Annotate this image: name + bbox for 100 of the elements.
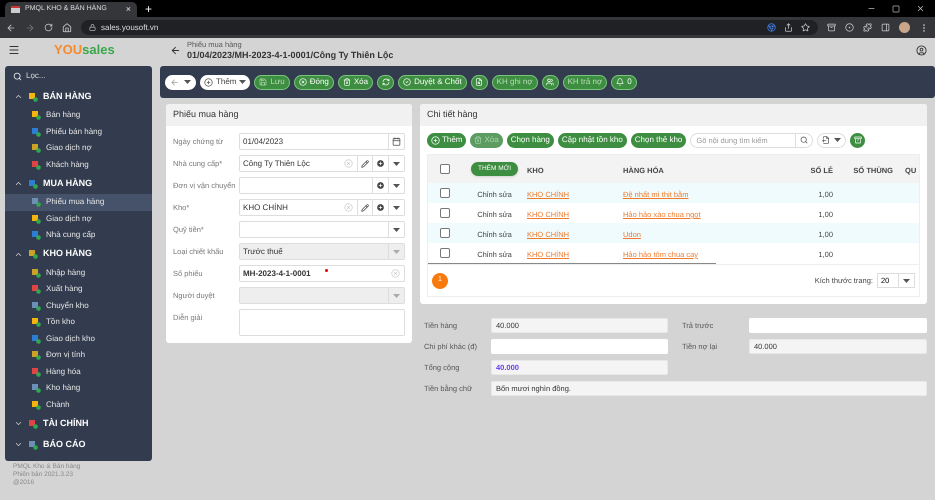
icon-button[interactable] [542,74,559,90]
icon-button[interactable] [377,74,394,90]
icon-button[interactable] [470,74,488,90]
sidebar-item[interactable]: Xuất hàng [5,281,152,298]
search-button[interactable] [796,132,814,148]
export-split-button[interactable] [817,132,846,148]
back-icon [170,78,179,86]
caret-icon[interactable] [393,184,400,188]
combo-field[interactable] [239,221,405,238]
caret-icon[interactable] [393,162,400,166]
sidebar-item[interactable]: Giao dịch nợ [5,140,152,156]
close-icon[interactable] [916,4,925,13]
checkbox[interactable] [440,188,450,198]
amount-field[interactable] [491,339,668,354]
caret-icon [834,138,842,142]
add-split-button[interactable]: Thêm [200,74,250,90]
bell-icon [616,78,624,86]
bookmark-icon[interactable] [801,23,810,32]
filter-field[interactable]: Lọc... [26,70,126,82]
checkbox[interactable] [440,208,450,218]
package-icon [31,317,41,328]
combo-field[interactable]: MH-2023-4-1-0001 [239,265,405,282]
share-icon[interactable] [784,23,793,32]
avatar[interactable] [899,22,910,33]
sidebar-item[interactable]: Phiếu mua hàng [5,194,152,210]
menu-icon[interactable] [8,44,20,56]
refresh-icon [382,78,390,86]
checkbox[interactable] [440,228,450,238]
forward-icon[interactable] [25,22,35,32]
toolbar-button[interactable]: Duyệt & Chốt [398,74,467,90]
plus-icon[interactable] [376,203,385,212]
tab-close[interactable]: × [126,5,131,14]
lock-icon [89,24,96,31]
combo-field[interactable]: KHO CHÍNH [239,199,405,216]
file-search-icon [475,78,484,86]
description-field[interactable] [239,309,405,336]
user-icon[interactable] [916,44,927,56]
toolbar-button[interactable]: Xóa [338,74,374,90]
side-panel-icon[interactable] [881,23,890,32]
field-value: 01/04/2023 [243,136,284,148]
sidebar-item[interactable]: Bán hàng [5,107,152,124]
sidebar-item[interactable]: Nhà cung cấp [5,227,152,244]
package-icon [28,440,38,450]
calendar-icon[interactable] [392,137,401,146]
sidebar-item[interactable]: Giao dịch kho [5,330,152,347]
back-icon[interactable] [6,22,16,32]
combo-field[interactable] [239,177,405,194]
sidebar-item[interactable]: Đơn vị tính [5,347,152,364]
action-button[interactable]: Chọn hàng [506,132,554,148]
sidebar-item[interactable]: Phiếu bán hàng [5,124,152,140]
package-icon [31,350,41,360]
checkbox[interactable] [440,164,450,174]
back-icon[interactable] [170,44,181,56]
reload-icon[interactable] [44,23,53,32]
sidebar-item[interactable]: Tồn kho [5,314,152,330]
sidebar-item[interactable]: Hàng hóa [5,364,152,380]
checkbox[interactable] [440,248,450,258]
close-icon [298,78,307,86]
action-button[interactable]: Chọn thẻ kho [630,132,686,148]
caret-icon [903,278,910,282]
plus-icon [204,78,213,86]
new-tab-button[interactable]: + [145,3,152,15]
action-button[interactable]: Thêm [427,132,466,148]
sidebar-item[interactable]: Chành [5,396,152,413]
maximize-icon[interactable] [892,4,900,12]
caret-icon[interactable] [393,206,400,210]
sidebar-item[interactable]: Khách hàng [5,156,152,173]
combo-field[interactable]: Công Ty Thiên Lộc [239,155,405,172]
pencil-icon[interactable] [361,204,369,212]
extensions-icon[interactable] [863,23,872,32]
package-icon [31,383,41,394]
sidebar-item[interactable]: Giao dịch nợ [5,210,152,227]
address-bar[interactable]: sales.yousoft.vn [81,20,818,35]
plus-icon[interactable] [376,181,385,190]
toolbar-button[interactable]: Đóng [294,74,334,90]
check-icon [403,78,412,86]
date-field[interactable]: 01/04/2023 [239,133,405,150]
back-split-button[interactable] [165,74,196,90]
package-icon [28,249,38,259]
sidebar-section[interactable]: BÁO CÁO [5,434,152,455]
sidebar-section[interactable]: BÁN HÀNG [5,86,152,107]
plus-icon[interactable] [376,159,385,168]
amount-field[interactable] [749,318,927,333]
action-button[interactable]: Cập nhật tồn kho [558,132,627,148]
toolbar-button[interactable]: 0 [611,74,637,90]
package-icon [31,268,41,278]
trash-icon [474,136,482,144]
sidebar-section[interactable]: KHO HÀNG [5,244,152,264]
sidebar-item[interactable]: Kho hàng [5,380,152,396]
sidebar-section[interactable]: MUA HÀNG [5,173,152,194]
users-icon [546,78,554,86]
package-icon [31,400,41,410]
sidebar-section[interactable]: TÀI CHÍNH [5,413,152,434]
pencil-icon[interactable] [361,160,369,168]
home-icon[interactable] [62,22,72,32]
package-icon [31,126,41,137]
sidebar-item[interactable]: Chuyển kho [5,298,152,314]
sidebar-item[interactable]: Nhập hàng [5,264,152,281]
caret-icon[interactable] [393,228,400,232]
google-icon[interactable] [767,23,776,32]
